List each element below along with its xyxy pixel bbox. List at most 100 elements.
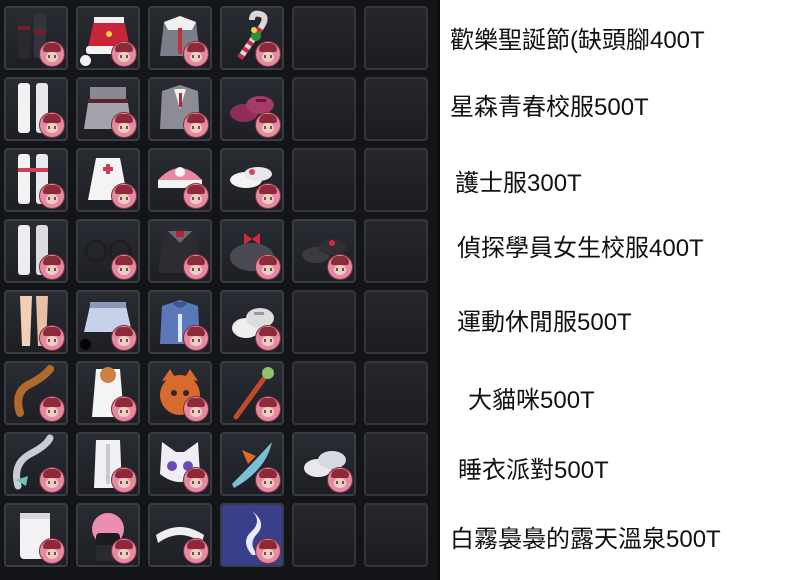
character-avatar-icon (39, 538, 65, 564)
outfit-row (4, 432, 428, 498)
character-avatar-icon (255, 112, 281, 138)
character-avatar-icon (111, 112, 137, 138)
inventory-slot[interactable] (292, 219, 356, 283)
character-avatar-icon (111, 538, 137, 564)
inventory-slot[interactable] (76, 361, 140, 425)
empty-slot[interactable] (364, 77, 428, 141)
inventory-slot[interactable] (76, 503, 140, 567)
character-avatar-icon (111, 41, 137, 67)
inventory-slot[interactable] (76, 77, 140, 141)
empty-slot[interactable] (364, 503, 428, 567)
character-avatar-icon (39, 254, 65, 280)
inventory-slot[interactable] (220, 361, 284, 425)
inventory-slot[interactable] (148, 219, 212, 283)
outfit-row (4, 148, 428, 214)
character-avatar-icon (255, 325, 281, 351)
status-dot-icon (80, 55, 91, 66)
character-avatar-icon (39, 112, 65, 138)
character-avatar-icon (111, 325, 137, 351)
set-price-label: 睡衣派對500T (458, 457, 609, 484)
set-price-label: 偵探學員女生校服400T (457, 235, 704, 262)
inventory-slot[interactable] (148, 290, 212, 354)
outfit-row (4, 6, 428, 72)
empty-slot[interactable] (292, 148, 356, 212)
inventory-slot[interactable] (4, 77, 68, 141)
inventory-slot[interactable] (148, 6, 212, 70)
inventory-slot[interactable] (4, 503, 68, 567)
outfit-row (4, 77, 428, 143)
character-avatar-icon (183, 325, 209, 351)
inventory-slot[interactable] (220, 148, 284, 212)
character-avatar-icon (327, 467, 353, 493)
empty-slot[interactable] (364, 290, 428, 354)
outfit-row (4, 290, 428, 356)
character-avatar-icon (111, 467, 137, 493)
outfit-row (4, 503, 428, 569)
inventory-slot[interactable] (148, 361, 212, 425)
character-avatar-icon (183, 183, 209, 209)
inventory-slot[interactable] (4, 290, 68, 354)
inventory-slot[interactable] (4, 219, 68, 283)
character-avatar-icon (39, 183, 65, 209)
character-avatar-icon (255, 538, 281, 564)
inventory-slot[interactable] (148, 432, 212, 496)
empty-slot[interactable] (364, 432, 428, 496)
character-avatar-icon (183, 41, 209, 67)
empty-slot[interactable] (292, 361, 356, 425)
inventory-slot[interactable] (76, 148, 140, 212)
inventory-grid (0, 0, 440, 580)
inventory-slot[interactable] (220, 290, 284, 354)
empty-slot[interactable] (292, 77, 356, 141)
character-avatar-icon (183, 396, 209, 422)
inventory-slot[interactable] (220, 432, 284, 496)
inventory-slot[interactable] (4, 6, 68, 70)
inventory-slot[interactable] (148, 503, 212, 567)
inventory-slot[interactable] (4, 148, 68, 212)
character-avatar-icon (39, 325, 65, 351)
set-price-label: 歡樂聖誕節(缺頭腳400T (450, 27, 705, 54)
character-avatar-icon (327, 254, 353, 280)
character-avatar-icon (111, 254, 137, 280)
inventory-slot[interactable] (76, 6, 140, 70)
empty-slot[interactable] (292, 503, 356, 567)
character-avatar-icon (183, 467, 209, 493)
inventory-slot[interactable] (148, 148, 212, 212)
empty-slot[interactable] (364, 6, 428, 70)
set-price-label: 護士服300T (455, 170, 582, 197)
inventory-slot[interactable] (220, 77, 284, 141)
inventory-slot[interactable] (148, 77, 212, 141)
outfit-row (4, 219, 428, 285)
set-price-label: 運動休閒服500T (457, 309, 632, 336)
inventory-slot[interactable] (220, 503, 284, 567)
inventory-slot[interactable] (220, 6, 284, 70)
empty-slot[interactable] (292, 6, 356, 70)
character-avatar-icon (183, 254, 209, 280)
character-avatar-icon (39, 41, 65, 67)
empty-slot[interactable] (364, 148, 428, 212)
inventory-slot[interactable] (76, 290, 140, 354)
character-avatar-icon (255, 396, 281, 422)
inventory-slot[interactable] (292, 432, 356, 496)
character-avatar-icon (183, 112, 209, 138)
empty-slot[interactable] (364, 219, 428, 283)
outfit-row (4, 361, 428, 427)
empty-slot[interactable] (364, 361, 428, 425)
inventory-slot[interactable] (76, 219, 140, 283)
set-price-label: 大貓咪500T (468, 387, 595, 414)
character-avatar-icon (111, 396, 137, 422)
character-avatar-icon (255, 183, 281, 209)
inventory-slot[interactable] (76, 432, 140, 496)
inventory-slot[interactable] (4, 361, 68, 425)
set-price-label: 星森青春校服500T (450, 94, 649, 121)
character-avatar-icon (255, 41, 281, 67)
inventory-slot[interactable] (4, 432, 68, 496)
set-price-label: 白霧裊裊的露天溫泉500T (450, 526, 721, 553)
empty-slot[interactable] (292, 290, 356, 354)
status-dot-icon (80, 339, 91, 350)
character-avatar-icon (255, 467, 281, 493)
character-avatar-icon (183, 538, 209, 564)
inventory-slot[interactable] (220, 219, 284, 283)
character-avatar-icon (39, 396, 65, 422)
character-avatar-icon (255, 254, 281, 280)
character-avatar-icon (39, 467, 65, 493)
